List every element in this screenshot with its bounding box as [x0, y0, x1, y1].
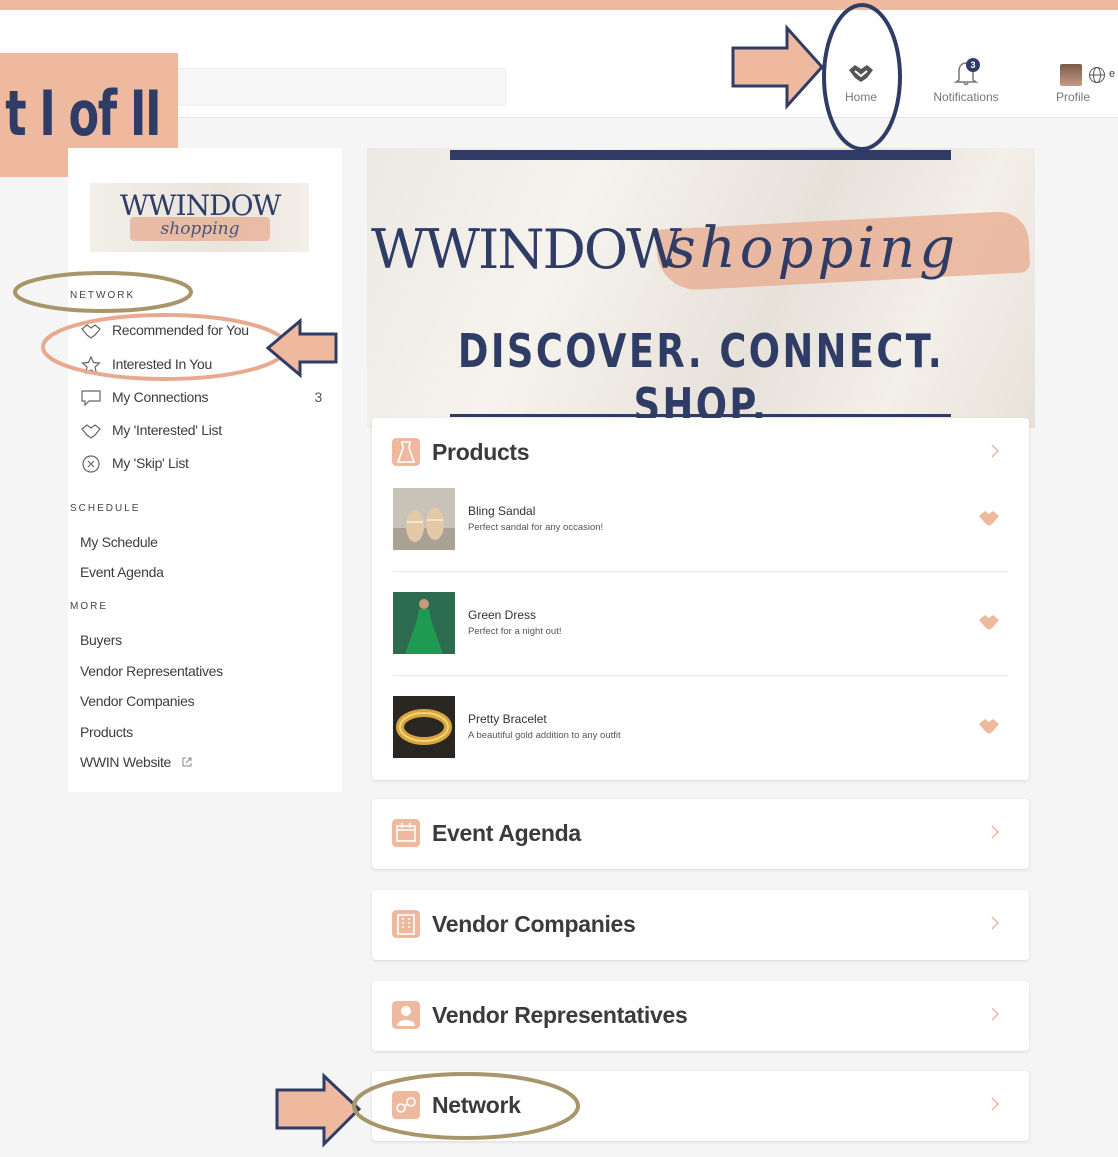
vendor-companies-card[interactable]: Vendor Companies — [372, 890, 1029, 960]
hero-script: shopping — [667, 216, 960, 281]
sidebar-item-buyers[interactable]: Buyers — [80, 632, 122, 648]
sidebar-item-skip-list[interactable]: My 'Skip' List — [80, 453, 332, 475]
network-icon — [392, 1091, 420, 1119]
handshake-icon[interactable] — [977, 716, 1001, 736]
product-thumbnail-sandal — [393, 488, 455, 550]
handshake-icon — [81, 424, 101, 439]
sidebar-item-label: My 'Interested' List — [112, 422, 222, 438]
sidebar: WWINDOW shopping NETWORK Recommended for… — [68, 148, 342, 792]
vendor-representatives-card-title: Vendor Representatives — [432, 1002, 688, 1028]
language-label[interactable]: e — [1109, 68, 1115, 80]
product-item[interactable]: Pretty Bracelet A beautiful gold additio… — [393, 696, 1009, 800]
sidebar-item-label: WWIN Website — [80, 754, 172, 770]
network-section-heading: NETWORK — [70, 290, 136, 301]
calendar-icon — [392, 819, 420, 847]
sidebar-item-interested-in-you[interactable]: Interested In You — [80, 354, 332, 376]
sidebar-item-my-connections[interactable]: My Connections 3 — [80, 387, 332, 409]
person-icon — [392, 1001, 420, 1029]
hero-brand: WWINDOW — [371, 218, 682, 281]
nav-profile-label: Profile — [1055, 90, 1090, 104]
item-divider — [393, 675, 1009, 676]
more-section-heading: MORE — [70, 601, 108, 612]
sidebar-item-recommended[interactable]: Recommended for You — [80, 320, 332, 342]
product-name: Bling Sandal — [468, 504, 536, 518]
external-link-icon — [182, 757, 192, 767]
product-description: A beautiful gold addition to any outfit — [468, 730, 621, 741]
item-divider — [393, 571, 1009, 572]
chevron-right-icon[interactable] — [989, 914, 1001, 932]
sidebar-item-products[interactable]: Products — [80, 724, 133, 740]
sidebar-item-my-schedule[interactable]: My Schedule — [80, 534, 158, 550]
sidebar-item-label: Recommended for You — [112, 322, 249, 338]
network-card[interactable]: Network — [372, 1071, 1029, 1141]
product-item[interactable]: Bling Sandal Perfect sandal for any occa… — [393, 488, 1009, 592]
sidebar-item-vendor-representatives[interactable]: Vendor Representatives — [80, 663, 223, 679]
globe-icon[interactable] — [1088, 66, 1106, 84]
nav-home-label: Home — [844, 90, 877, 104]
chevron-right-icon[interactable] — [989, 442, 1001, 460]
product-name: Green Dress — [468, 608, 537, 622]
nav-notifications-label: Notifications — [933, 90, 999, 104]
search-input[interactable] — [150, 68, 506, 106]
sidebar-item-label: My 'Skip' List — [112, 455, 189, 471]
product-thumbnail-bracelet — [393, 696, 455, 758]
sidebar-logo-script: shopping — [160, 219, 240, 239]
sidebar-item-vendor-companies[interactable]: Vendor Companies — [80, 693, 195, 709]
product-item[interactable]: Green Dress Perfect for a night out! — [393, 592, 1009, 696]
hero-bottom-bar — [450, 414, 951, 417]
building-icon — [392, 910, 420, 938]
product-description: Perfect for a night out! — [468, 626, 562, 637]
sidebar-item-label: Interested In You — [112, 356, 212, 372]
hero-top-bar — [450, 150, 951, 160]
sidebar-item-interested-list[interactable]: My 'Interested' List — [80, 420, 332, 442]
handshake-icon[interactable] — [977, 612, 1001, 632]
products-card: Products Bling Sandal Perfect sandal for… — [372, 418, 1029, 780]
avatar[interactable] — [1060, 64, 1082, 86]
top-accent-strip — [0, 0, 1118, 10]
close-circle-icon — [82, 455, 100, 473]
dress-icon — [392, 438, 420, 466]
handshake-icon — [849, 65, 873, 82]
chevron-right-icon[interactable] — [989, 1005, 1001, 1023]
hero-banner: WWINDOW shopping DISCOVER. CONNECT. SHOP… — [367, 148, 1035, 428]
schedule-section-heading: SCHEDULE — [70, 503, 141, 514]
handshake-icon — [81, 324, 101, 339]
sidebar-item-wwin-website[interactable]: WWIN Website — [80, 754, 193, 770]
chevron-right-icon[interactable] — [989, 1095, 1001, 1113]
event-agenda-card-title: Event Agenda — [432, 820, 581, 846]
arrow-right-to-network-card — [275, 1072, 362, 1148]
sidebar-item-label: My Connections — [112, 389, 209, 405]
hero-tagline: DISCOVER. CONNECT. SHOP. — [457, 324, 945, 428]
chat-icon — [81, 390, 101, 407]
tutorial-part-title: t I of II — [5, 77, 161, 150]
sidebar-item-event-agenda[interactable]: Event Agenda — [80, 564, 164, 580]
notification-count-badge: 3 — [966, 58, 980, 72]
chevron-right-icon[interactable] — [989, 823, 1001, 841]
product-description: Perfect sandal for any occasion! — [468, 522, 604, 533]
handshake-icon[interactable] — [977, 508, 1001, 528]
product-name: Pretty Bracelet — [468, 712, 547, 726]
sidebar-logo[interactable]: WWINDOW shopping — [90, 183, 309, 252]
event-agenda-card[interactable]: Event Agenda — [372, 799, 1029, 869]
products-card-title: Products — [432, 439, 530, 465]
vendor-representatives-card[interactable]: Vendor Representatives — [372, 981, 1029, 1051]
connections-count: 3 — [314, 389, 323, 405]
vendor-companies-card-title: Vendor Companies — [432, 911, 636, 937]
star-icon — [81, 355, 101, 375]
nav-home[interactable]: Home — [838, 60, 884, 104]
product-thumbnail-dress — [393, 592, 455, 654]
nav-notifications[interactable]: 3 Notifications — [928, 58, 1004, 104]
network-card-title: Network — [432, 1092, 521, 1118]
